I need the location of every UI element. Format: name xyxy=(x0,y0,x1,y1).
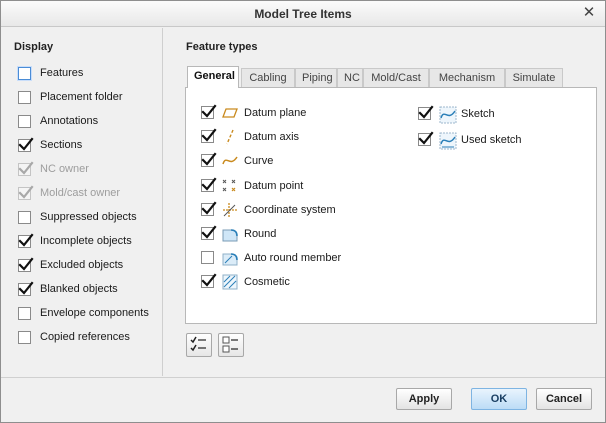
feature-item-label: Cosmetic xyxy=(244,276,290,289)
display-item-label: Blanked objects xyxy=(40,283,118,295)
display-item-label: Incomplete objects xyxy=(40,235,132,247)
display-item-label: NC owner xyxy=(40,163,89,175)
tab-content-general: Datum plane Datum axis Curve Datum point Coo… xyxy=(185,87,597,324)
feature-item-label: Round xyxy=(244,228,277,240)
checkbox-datum-point[interactable] xyxy=(201,177,217,192)
apply-button[interactable]: Apply xyxy=(396,388,452,410)
feature-types-heading: Feature types xyxy=(186,41,258,53)
curve-icon xyxy=(222,153,238,169)
display-item-label: Annotations xyxy=(40,115,99,127)
checkbox-coordinate-system[interactable] xyxy=(201,201,217,216)
checkmark-icon xyxy=(201,225,217,239)
tab-nc[interactable]: NC xyxy=(337,68,363,87)
display-panel: Display Features Placement folder Annotati… xyxy=(4,28,163,376)
tab-piping[interactable]: Piping xyxy=(295,68,337,87)
dialog-footer: Apply OK Cancel xyxy=(1,377,605,422)
checkbox-features[interactable] xyxy=(18,67,31,80)
display-item-label: Copied references xyxy=(40,331,130,343)
checkmark-icon xyxy=(18,233,34,247)
checkbox-auto-round-member[interactable] xyxy=(201,251,214,265)
display-item-label: Features xyxy=(40,67,84,79)
checkmark-icon xyxy=(201,152,217,167)
checkmark-icon xyxy=(18,257,34,271)
checkbox-sketch[interactable] xyxy=(418,105,434,120)
checkmark-icon xyxy=(201,201,217,215)
checkbox-curve[interactable] xyxy=(201,152,217,168)
sketch-icon xyxy=(439,106,457,124)
datum-point-icon xyxy=(222,178,238,194)
select-all-button[interactable] xyxy=(186,333,212,357)
checkbox-suppressed-objects[interactable] xyxy=(18,211,31,224)
cancel-button[interactable]: Cancel xyxy=(536,388,592,410)
model-tree-items-dialog: Model Tree Items ✕ Display Features Place… xyxy=(0,0,606,423)
auto-round-icon xyxy=(222,250,238,266)
tab-cabling[interactable]: Cabling xyxy=(241,68,295,87)
cosmetic-icon xyxy=(222,274,238,290)
clear-all-icon xyxy=(222,336,238,353)
display-item-label: Placement folder xyxy=(40,91,123,103)
checkmark-icon xyxy=(201,104,217,118)
feature-item-label: Datum point xyxy=(244,179,304,192)
checkmark-icon xyxy=(18,161,34,175)
dialog-title: Model Tree Items xyxy=(254,7,352,21)
checkbox-used-sketch[interactable] xyxy=(418,131,434,146)
checkbox-sections[interactable] xyxy=(18,137,34,152)
checkbox-incomplete-objects[interactable] xyxy=(18,233,34,248)
checkmark-icon xyxy=(201,128,217,142)
feature-item-label: Curve xyxy=(244,155,274,168)
checkbox-envelope-components[interactable] xyxy=(18,307,31,320)
checkbox-mold-cast-owner xyxy=(18,185,34,200)
display-item-label: Mold/cast owner xyxy=(40,187,121,199)
tab-mechanism[interactable]: Mechanism xyxy=(429,68,505,87)
display-item-label: Excluded objects xyxy=(40,259,124,271)
feature-item-label: Used sketch xyxy=(461,134,522,146)
checkmark-icon xyxy=(18,281,34,295)
checkbox-annotations[interactable] xyxy=(18,115,31,128)
checkmark-icon xyxy=(418,105,434,119)
checkmark-icon xyxy=(18,185,34,199)
feature-item-label: Datum plane xyxy=(244,107,307,119)
tab-mold-cast[interactable]: Mold/Cast xyxy=(363,68,429,87)
tab-simulate[interactable]: Simulate xyxy=(505,68,563,87)
feature-item-label: Auto round member xyxy=(244,252,342,265)
checkbox-nc-owner xyxy=(18,161,34,176)
checkbox-cosmetic[interactable] xyxy=(201,273,217,289)
checkbox-round[interactable] xyxy=(201,225,217,240)
feature-types-panel: Feature types General Cabling Piping NC Mold… xyxy=(164,28,604,376)
tab-general[interactable]: General xyxy=(187,66,239,88)
ok-button[interactable]: OK xyxy=(471,388,527,410)
datum-axis-icon xyxy=(222,129,238,145)
feature-item-label: Sketch xyxy=(461,108,495,120)
checkbox-excluded-objects[interactable] xyxy=(18,257,34,272)
round-icon xyxy=(222,226,238,242)
display-heading: Display xyxy=(14,41,54,53)
used-sketch-icon xyxy=(439,132,457,150)
checkmark-icon xyxy=(418,131,434,145)
feature-item-label: Coordinate system xyxy=(244,203,336,216)
display-item-label: Envelope components xyxy=(40,307,149,319)
checkbox-placement-folder[interactable] xyxy=(18,91,31,104)
display-item-label: Suppressed objects xyxy=(40,211,137,223)
checkmark-icon xyxy=(18,137,34,151)
feature-item-label: Datum axis xyxy=(244,131,300,144)
title-bar[interactable]: Model Tree Items ✕ xyxy=(1,1,605,27)
checkmark-icon xyxy=(201,273,217,288)
checkbox-datum-plane[interactable] xyxy=(201,104,217,119)
checkbox-blanked-objects[interactable] xyxy=(18,281,34,296)
datum-plane-icon xyxy=(222,105,238,121)
display-item-label: Sections xyxy=(40,139,83,151)
clear-all-button[interactable] xyxy=(218,333,244,357)
checkmark-icon xyxy=(201,177,217,191)
coordinate-system-icon xyxy=(222,202,238,218)
checkbox-datum-axis[interactable] xyxy=(201,128,217,144)
select-all-icon xyxy=(190,336,206,352)
close-icon[interactable]: ✕ xyxy=(581,5,597,21)
checkbox-copied-references[interactable] xyxy=(18,331,31,344)
